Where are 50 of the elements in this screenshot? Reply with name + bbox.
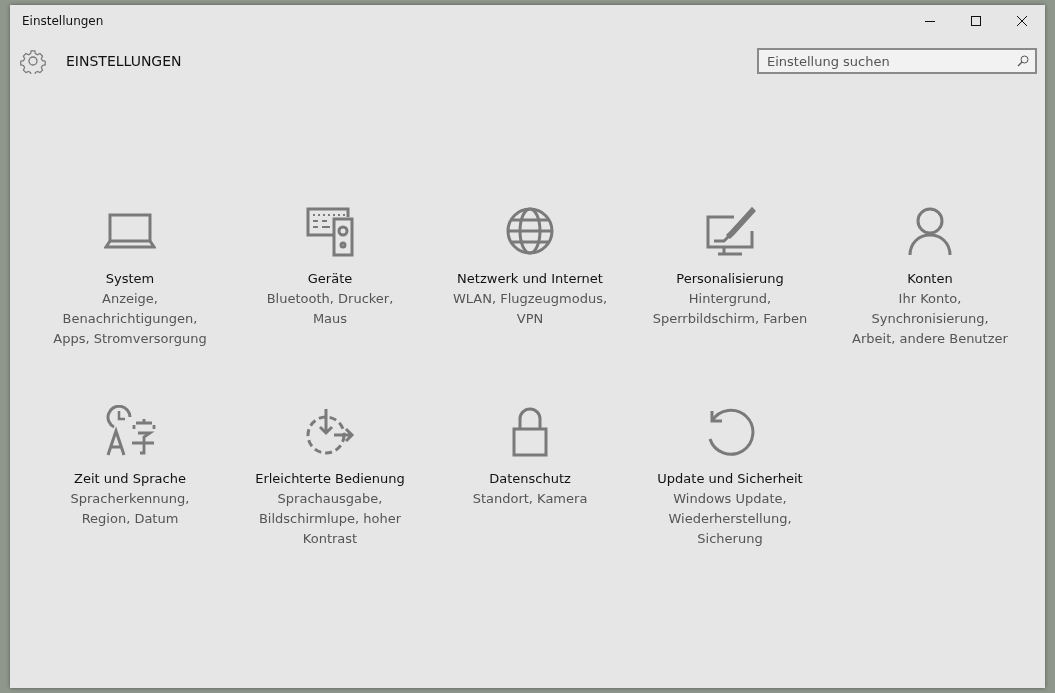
category-description: Sprachausgabe,: [277, 490, 383, 508]
category-title: Datenschutz: [489, 470, 571, 488]
category-description: Hintergrund,: [688, 290, 772, 308]
settings-category[interactable]: Netzwerk und Internet WLAN, Flugzeugmodus, VPN: [430, 205, 630, 375]
window-title: Einstellungen: [21, 14, 104, 28]
keyboard-speaker-icon: [304, 205, 356, 257]
category-title: Geräte: [307, 270, 353, 288]
category-title: Personalisierung: [676, 270, 784, 288]
category-description: Synchronisierung,: [871, 310, 989, 328]
category-description: Standort, Kamera: [472, 490, 588, 508]
category-description: Arbeit, andere Benutzer: [852, 330, 1008, 348]
category-title: Netzwerk und Internet: [457, 270, 603, 288]
category-description: Sicherung: [697, 530, 763, 548]
settings-category[interactable]: Geräte Bluetooth, Drucker, Maus: [230, 205, 430, 375]
category-description: Bildschirmlupe, hoher: [258, 510, 402, 528]
category-description: Maus: [312, 310, 348, 328]
settings-icon: [20, 48, 46, 74]
category-description: Region, Datum: [81, 510, 179, 528]
monitor-brush-icon: [704, 205, 756, 257]
search-field[interactable]: Einstellung suchen: [757, 48, 1037, 74]
category-description: Anzeige,: [102, 290, 158, 308]
category-description: Spracherkennung,: [70, 490, 190, 508]
category-description: Sperrbildschirm, Farben: [652, 310, 808, 328]
settings-category[interactable]: Update und Sicherheit Windows Update, Wiederherstellung, Sicherung: [630, 405, 830, 575]
category-description: Bluetooth, Drucker,: [266, 290, 394, 308]
category-description: Windows Update,: [673, 490, 787, 508]
close-icon: [1016, 15, 1028, 27]
settings-category[interactable]: Erleichterte Bedienung Sprachausgabe, Bildschirmlupe, hoher Kontrast: [230, 405, 430, 575]
clock-language-icon: [104, 405, 156, 457]
category-title: Zeit und Sprache: [74, 470, 186, 488]
settings-category[interactable]: Personalisierung Hintergrund, Sperrbildschirm, Farben: [630, 205, 830, 375]
category-title: System: [105, 270, 155, 288]
search-icon: [1017, 55, 1029, 67]
settings-category[interactable]: Konten Ihr Konto, Synchronisierung, Arbeit, andere Benutzer: [830, 205, 1030, 375]
settings-category[interactable]: Zeit und Sprache Spracherkennung, Region, Datum: [30, 405, 230, 575]
category-description: WLAN, Flugzeugmodus,: [452, 290, 608, 308]
category-title: Erleichterte Bedienung: [255, 470, 405, 488]
category-description: Wiederherstellung,: [668, 510, 792, 528]
category-description: Benachrichtigungen,: [62, 310, 198, 328]
settings-category[interactable]: Datenschutz Standort, Kamera: [430, 405, 630, 575]
settings-category[interactable]: System Anzeige, Benachrichtigungen, Apps, Stromversorgung: [30, 205, 230, 375]
category-title: Konten: [907, 270, 953, 288]
category-description: Ihr Konto,: [898, 290, 962, 308]
category-description: Kontrast: [302, 530, 358, 548]
category-description: Apps, Stromversorgung: [53, 330, 207, 348]
category-description: VPN: [516, 310, 544, 328]
category-title: Update und Sicherheit: [657, 470, 803, 488]
maximize-icon: [970, 15, 982, 27]
globe-icon: [504, 205, 556, 257]
page-title: EINSTELLUNGEN: [66, 53, 183, 69]
